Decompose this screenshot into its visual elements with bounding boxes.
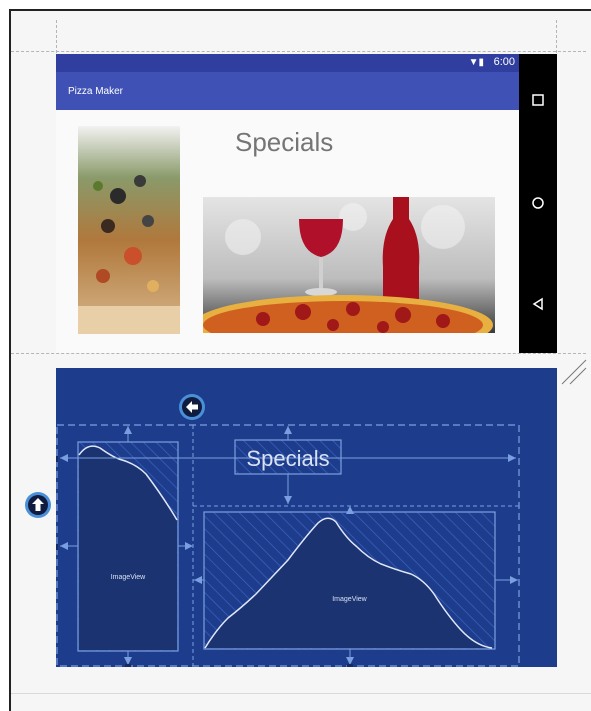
pizza-slice-image[interactable] — [78, 126, 180, 334]
app-bar: Pizza Maker — [56, 72, 519, 110]
blueprint-imageview-left-label: ImageView — [110, 574, 146, 581]
recents-icon[interactable] — [530, 92, 546, 108]
back-icon[interactable] — [530, 296, 546, 312]
blueprint-imageview-right-label: ImageView — [332, 596, 367, 603]
specials-heading[interactable]: Specials — [235, 127, 333, 158]
status-time: 6:00 — [493, 56, 515, 68]
blueprint-specials-label[interactable]: Specials — [235, 446, 341, 472]
app-title: Pizza Maker — [68, 86, 124, 97]
canvas-divider — [11, 693, 591, 694]
blueprint-view[interactable]: Specials ImageView ImageView — [56, 368, 557, 667]
pizza-wine-image[interactable] — [203, 197, 495, 333]
home-icon[interactable] — [530, 195, 546, 211]
design-preview[interactable]: ▼▮ 6:00 Pizza Maker Specials — [56, 54, 557, 353]
arrow-left-icon[interactable] — [179, 394, 205, 420]
status-bar: ▼▮ 6:00 — [56, 54, 519, 72]
navigation-bar — [519, 54, 557, 353]
wifi-battery-icon: ▼▮ — [468, 57, 484, 68]
resize-handle-icon[interactable] — [560, 358, 590, 388]
arrow-up-icon[interactable] — [25, 492, 51, 518]
guide-top — [11, 51, 586, 52]
guide-middle — [11, 353, 586, 354]
